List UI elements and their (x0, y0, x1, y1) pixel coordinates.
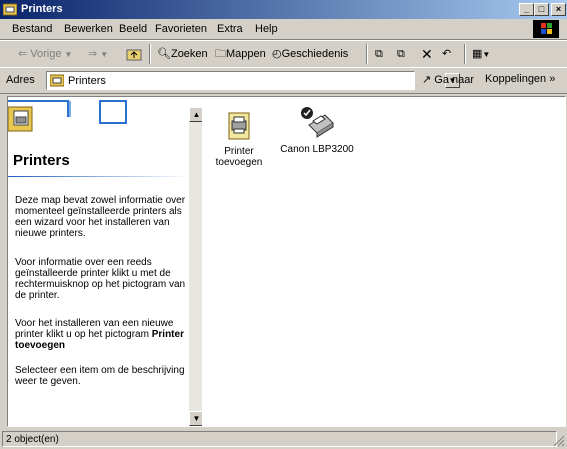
search-icon: 🔍︎ (157, 48, 171, 60)
links-toolbar[interactable]: Koppelingen » (485, 73, 555, 85)
move-to-button[interactable]: ⧉ (375, 46, 383, 62)
arrow-down-icon: ▼ (192, 414, 201, 423)
folders-button[interactable]: 🗀Mappen (215, 46, 266, 62)
printer-default-icon (301, 107, 334, 138)
file-item-add-printer[interactable]: Printer toevoegen (213, 111, 265, 168)
toolbar-separator (366, 44, 368, 64)
window-title: Printers (21, 3, 63, 15)
links-label: Koppelingen (485, 73, 547, 85)
minimize-button[interactable]: _ (519, 3, 534, 16)
printers-folder-icon (3, 3, 17, 16)
views-button[interactable]: ▦▼ (472, 46, 490, 62)
back-arrow-icon: ⇐ (18, 48, 28, 60)
resize-grip-icon[interactable] (553, 435, 565, 447)
title-bar[interactable]: Printers _ □ × (0, 0, 567, 19)
file-item-canon-lbp3200[interactable]: Canon LBP3200 (277, 105, 357, 155)
menu-beeld[interactable]: Beeld (119, 23, 147, 35)
search-button[interactable]: 🔍︎Zoeken (157, 46, 208, 62)
add-printer-icon (228, 112, 250, 140)
go-button[interactable]: ↗ Ga naar (422, 73, 474, 86)
pane-description: Deze map bevat zowel informatie over mom… (15, 195, 186, 239)
standard-toolbar: ⇐ Vorige ▼ ⇒ ▼ 🔍︎Zoeken 🗀Mappen ◴Geschie… (0, 40, 567, 68)
menu-bestand[interactable]: Bestand (12, 23, 52, 35)
chevron-down-icon: ▼ (482, 50, 491, 59)
menu-extra[interactable]: Extra (217, 23, 243, 35)
menu-bar: Bestand Bewerken Beeld Favorieten Extra … (0, 19, 567, 40)
toolbar-separator (149, 44, 151, 64)
history-icon: ◴ (272, 48, 282, 60)
address-value: Printers (68, 75, 106, 87)
chevron-more-icon: » (549, 73, 556, 85)
folders-icon: 🗀 (215, 48, 226, 60)
menu-bewerken[interactable]: Bewerken (64, 23, 113, 35)
forward-arrow-icon: ⇒ (88, 48, 98, 60)
address-bar: Adres Printers ▼ ↗ Ga naar Koppelingen » (0, 67, 567, 94)
pane-info-text: Voor informatie over een reeds geïnstall… (15, 257, 186, 301)
delete-button[interactable]: ✕ (421, 46, 433, 62)
windows-logo-icon (533, 20, 559, 38)
toolbar-separator (464, 44, 466, 64)
address-input[interactable]: Printers ▼ (46, 71, 460, 90)
status-bar: 2 object(en) (0, 429, 567, 449)
history-button[interactable]: ◴Geschiedenis (272, 46, 348, 62)
menu-help[interactable]: Help (255, 23, 278, 35)
file-list[interactable]: Printer toevoegen Canon LBP3200 (205, 97, 565, 426)
copy-to-button[interactable]: ⧉ (397, 46, 405, 62)
chevron-down-icon: ▼ (100, 50, 109, 59)
back-button[interactable]: ⇐ Vorige ▼ (18, 46, 72, 62)
printers-folder-icon (50, 74, 64, 87)
header-divider (8, 176, 190, 177)
delete-icon: ✕ (421, 46, 433, 62)
pane-select-text: Selecteer een item om de beschrijving we… (15, 365, 185, 387)
copy-to-icon: ⧉ (397, 48, 405, 60)
views-icon: ▦ (472, 48, 483, 60)
go-arrow-icon: ↗ (422, 74, 432, 86)
folder-view: Printers Deze map bevat zowel informatie… (7, 96, 566, 427)
forward-button[interactable]: ⇒ ▼ (88, 46, 108, 62)
up-folder-icon (126, 49, 142, 61)
scroll-up-button[interactable]: ▲ (189, 107, 202, 122)
status-text: 2 object(en) (2, 431, 557, 447)
undo-button[interactable]: ↶ (442, 46, 451, 62)
move-to-icon: ⧉ (375, 48, 383, 60)
close-button[interactable]: × (551, 3, 566, 16)
web-view-pane: Printers Deze map bevat zowel informatie… (8, 97, 202, 426)
chevron-down-icon: ▼ (64, 50, 73, 59)
pane-add-text: Voor het installeren van een nieuwe prin… (15, 318, 184, 351)
pane-title: Printers (13, 152, 70, 169)
address-label: Adres (6, 74, 35, 86)
vertical-scrollbar[interactable]: ▲ ▼ (189, 107, 202, 426)
up-folder-button[interactable] (126, 46, 142, 62)
arrow-up-icon: ▲ (192, 110, 201, 119)
scroll-down-button[interactable]: ▼ (189, 411, 202, 426)
menu-favorieten[interactable]: Favorieten (155, 23, 207, 35)
maximize-button[interactable]: □ (534, 3, 549, 16)
undo-icon: ↶ (442, 48, 452, 60)
